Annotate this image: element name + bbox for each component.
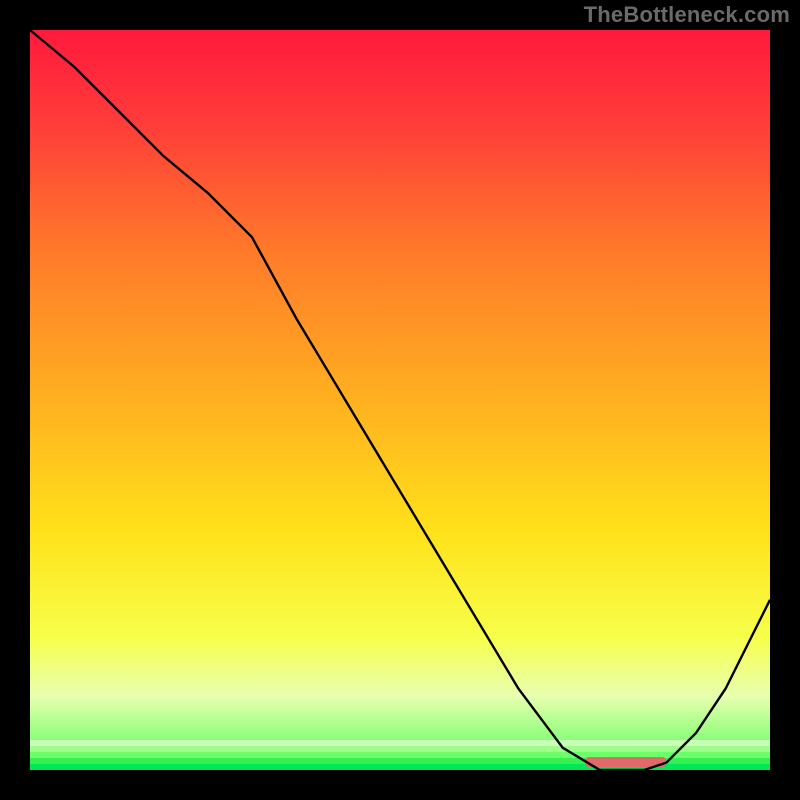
plot-area (30, 30, 770, 770)
chart-svg (30, 30, 770, 770)
watermark-text: TheBottleneck.com (584, 2, 790, 28)
chart-frame: TheBottleneck.com (0, 0, 800, 800)
gradient-background (30, 30, 770, 770)
